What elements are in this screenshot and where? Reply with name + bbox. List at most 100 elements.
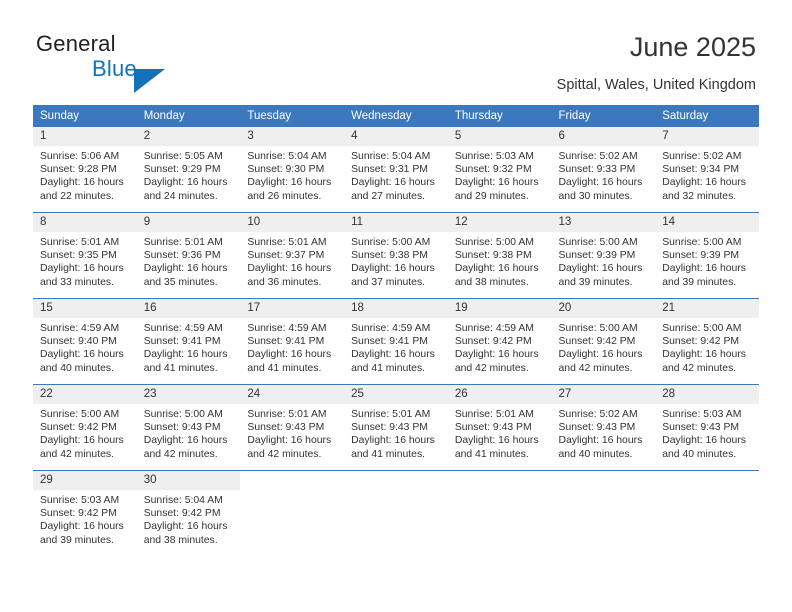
calendar-day-cell[interactable]: 16 Sunrise: 4:59 AM Sunset: 9:41 PM Dayligh… xyxy=(136,298,241,385)
calendar-day-cell[interactable]: 15 Sunrise: 4:59 AM Sunset: 9:40 PM Dayligh… xyxy=(33,298,137,385)
daylight-text-line1: Daylight: 16 hours xyxy=(247,263,332,275)
day-details: Sunrise: 5:00 AM Sunset: 9:39 PM Daylight:… xyxy=(655,232,759,289)
sunset-text: Sunset: 9:38 PM xyxy=(351,250,428,262)
calendar-day-cell[interactable]: 26 Sunrise: 5:01 AM Sunset: 9:43 PM Dayligh… xyxy=(447,384,552,471)
sunset-text: Sunset: 9:42 PM xyxy=(40,508,117,520)
calendar-day-cell[interactable]: 13 Sunrise: 5:00 AM Sunset: 9:39 PM Dayligh… xyxy=(551,212,656,299)
sunrise-text: Sunrise: 5:00 AM xyxy=(454,237,534,248)
day-cell-inner: 6 Sunrise: 5:02 AM Sunset: 9:33 PM Daylight… xyxy=(551,127,656,212)
calendar-day-cell[interactable]: 18 Sunrise: 4:59 AM Sunset: 9:41 PM Dayligh… xyxy=(344,298,448,385)
daylight-text-line2: and 24 minutes. xyxy=(143,190,218,202)
calendar-day-cell[interactable]: 2 Sunrise: 5:05 AM Sunset: 9:29 PM Daylight… xyxy=(136,127,241,213)
day-number: 11 xyxy=(344,213,448,232)
weekday-header-thursday: Thursday xyxy=(447,105,552,127)
page-title: June 2025 xyxy=(629,32,756,62)
day-number: 8 xyxy=(33,213,137,232)
calendar-day-cell[interactable]: 20 Sunrise: 5:00 AM Sunset: 9:42 PM Dayligh… xyxy=(551,298,656,385)
calendar-week-row: 15 Sunrise: 4:59 AM Sunset: 9:40 PM Dayligh… xyxy=(33,298,759,385)
daylight-text-line2: and 42 minutes. xyxy=(143,448,218,460)
calendar-day-cell[interactable]: 8 Sunrise: 5:01 AM Sunset: 9:35 PM Daylight… xyxy=(33,212,137,299)
calendar-day-cell[interactable]: 6 Sunrise: 5:02 AM Sunset: 9:33 PM Daylight… xyxy=(551,127,656,213)
day-number: 20 xyxy=(551,299,656,318)
day-cell-inner: 30 Sunrise: 5:04 AM Sunset: 9:42 PM Dayligh… xyxy=(136,471,241,556)
daylight-text-line1: Daylight: 16 hours xyxy=(40,349,124,361)
daylight-text-line1: Daylight: 16 hours xyxy=(454,349,539,361)
calendar-day-cell xyxy=(551,470,656,556)
calendar-day-cell[interactable]: 5 Sunrise: 5:03 AM Sunset: 9:32 PM Daylight… xyxy=(447,127,552,213)
calendar-day-cell[interactable]: 29 Sunrise: 5:03 AM Sunset: 9:42 PM Dayligh… xyxy=(33,470,137,556)
calendar-day-cell[interactable]: 25 Sunrise: 5:01 AM Sunset: 9:43 PM Dayligh… xyxy=(344,384,448,471)
sunset-text: Sunset: 9:43 PM xyxy=(143,422,221,434)
daylight-text-line2: and 38 minutes. xyxy=(454,276,529,288)
sunset-text: Sunset: 9:43 PM xyxy=(454,422,532,434)
daylight-text-line2: and 39 minutes. xyxy=(40,534,114,546)
calendar-day-cell[interactable]: 11 Sunrise: 5:00 AM Sunset: 9:38 PM Dayligh… xyxy=(344,212,448,299)
sunset-text: Sunset: 9:42 PM xyxy=(454,336,532,348)
calendar-day-cell[interactable]: 4 Sunrise: 5:04 AM Sunset: 9:31 PM Daylight… xyxy=(344,127,448,213)
sunset-text: Sunset: 9:43 PM xyxy=(351,422,428,434)
sunrise-text: Sunrise: 5:01 AM xyxy=(247,409,327,420)
day-cell-inner: 13 Sunrise: 5:00 AM Sunset: 9:39 PM Dayligh… xyxy=(551,213,656,298)
calendar-day-cell[interactable]: 30 Sunrise: 5:04 AM Sunset: 9:42 PM Dayligh… xyxy=(136,470,241,556)
calendar-day-cell[interactable]: 27 Sunrise: 5:02 AM Sunset: 9:43 PM Dayligh… xyxy=(551,384,656,471)
calendar-day-cell[interactable]: 17 Sunrise: 4:59 AM Sunset: 9:41 PM Dayligh… xyxy=(240,298,345,385)
day-cell-inner: 22 Sunrise: 5:00 AM Sunset: 9:42 PM Dayligh… xyxy=(33,385,137,470)
day-details: Sunrise: 4:59 AM Sunset: 9:41 PM Daylight:… xyxy=(240,318,344,375)
sunrise-text: Sunrise: 5:04 AM xyxy=(143,495,223,506)
sunrise-text: Sunrise: 5:03 AM xyxy=(454,151,534,162)
calendar-week-row: 1 Sunrise: 5:06 AM Sunset: 9:28 PM Daylight… xyxy=(33,127,759,213)
daylight-text-line1: Daylight: 16 hours xyxy=(662,349,746,361)
daylight-text-line2: and 40 minutes. xyxy=(40,362,114,374)
calendar-day-cell[interactable]: 12 Sunrise: 5:00 AM Sunset: 9:38 PM Dayligh… xyxy=(447,212,552,299)
daylight-text-line1: Daylight: 16 hours xyxy=(143,349,228,361)
calendar-day-cell[interactable]: 24 Sunrise: 5:01 AM Sunset: 9:43 PM Dayligh… xyxy=(240,384,345,471)
day-details: Sunrise: 5:00 AM Sunset: 9:42 PM Daylight:… xyxy=(655,318,759,375)
day-cell-inner: 12 Sunrise: 5:00 AM Sunset: 9:38 PM Dayligh… xyxy=(447,213,552,298)
day-details: Sunrise: 5:00 AM Sunset: 9:38 PM Daylight:… xyxy=(448,232,552,289)
brand-name-general: General xyxy=(36,31,116,56)
calendar-day-cell[interactable]: 3 Sunrise: 5:04 AM Sunset: 9:30 PM Daylight… xyxy=(240,127,345,213)
sunrise-text: Sunrise: 5:00 AM xyxy=(351,237,431,248)
day-details: Sunrise: 5:00 AM Sunset: 9:42 PM Daylight:… xyxy=(552,318,656,375)
day-details: Sunrise: 5:03 AM Sunset: 9:43 PM Daylight:… xyxy=(655,404,759,461)
calendar-day-cell[interactable]: 7 Sunrise: 5:02 AM Sunset: 9:34 PM Daylight… xyxy=(655,127,759,213)
day-number: 12 xyxy=(447,213,552,232)
calendar-day-cell[interactable]: 23 Sunrise: 5:00 AM Sunset: 9:43 PM Dayligh… xyxy=(136,384,241,471)
day-cell-inner: 10 Sunrise: 5:01 AM Sunset: 9:37 PM Dayligh… xyxy=(240,213,345,298)
day-cell-inner: 18 Sunrise: 4:59 AM Sunset: 9:41 PM Dayligh… xyxy=(344,299,448,384)
sunrise-text: Sunrise: 5:00 AM xyxy=(662,237,742,248)
day-number: 10 xyxy=(240,213,345,232)
sunset-text: Sunset: 9:34 PM xyxy=(662,164,740,176)
daylight-text-line2: and 29 minutes. xyxy=(454,190,529,202)
sunset-text: Sunset: 9:43 PM xyxy=(558,422,636,434)
calendar-day-cell[interactable]: 19 Sunrise: 4:59 AM Sunset: 9:42 PM Dayligh… xyxy=(447,298,552,385)
daylight-text-line1: Daylight: 16 hours xyxy=(351,349,435,361)
daylight-text-line1: Daylight: 16 hours xyxy=(143,521,228,533)
day-cell-inner: 27 Sunrise: 5:02 AM Sunset: 9:43 PM Dayligh… xyxy=(551,385,656,470)
daylight-text-line2: and 30 minutes. xyxy=(558,190,633,202)
daylight-text-line1: Daylight: 16 hours xyxy=(558,263,643,275)
calendar-day-cell[interactable]: 10 Sunrise: 5:01 AM Sunset: 9:37 PM Dayligh… xyxy=(240,212,345,299)
calendar-day-cell[interactable]: 28 Sunrise: 5:03 AM Sunset: 9:43 PM Dayligh… xyxy=(655,384,759,471)
sunrise-text: Sunrise: 5:00 AM xyxy=(558,237,638,248)
daylight-text-line1: Daylight: 16 hours xyxy=(40,521,124,533)
sunrise-text: Sunrise: 5:01 AM xyxy=(454,409,534,420)
calendar-week-row: 8 Sunrise: 5:01 AM Sunset: 9:35 PM Daylight… xyxy=(33,212,759,299)
sunrise-text: Sunrise: 5:02 AM xyxy=(558,151,638,162)
day-cell-inner xyxy=(552,471,656,556)
daylight-text-line1: Daylight: 16 hours xyxy=(662,177,746,189)
calendar-day-cell[interactable]: 9 Sunrise: 5:01 AM Sunset: 9:36 PM Daylight… xyxy=(136,212,241,299)
daylight-text-line1: Daylight: 16 hours xyxy=(247,435,332,447)
sunset-text: Sunset: 9:33 PM xyxy=(558,164,636,176)
day-details: Sunrise: 5:00 AM Sunset: 9:43 PM Daylight:… xyxy=(137,404,241,461)
weekday-header-tuesday: Tuesday xyxy=(240,105,345,127)
day-cell-inner: 8 Sunrise: 5:01 AM Sunset: 9:35 PM Daylight… xyxy=(33,213,137,298)
day-details: Sunrise: 5:00 AM Sunset: 9:42 PM Daylight:… xyxy=(33,404,137,461)
day-number: 27 xyxy=(551,385,656,404)
calendar-day-cell[interactable]: 1 Sunrise: 5:06 AM Sunset: 9:28 PM Daylight… xyxy=(33,127,137,213)
calendar-day-cell[interactable]: 14 Sunrise: 5:00 AM Sunset: 9:39 PM Dayligh… xyxy=(655,212,759,299)
calendar-day-cell[interactable]: 22 Sunrise: 5:00 AM Sunset: 9:42 PM Dayligh… xyxy=(33,384,137,471)
daylight-text-line1: Daylight: 16 hours xyxy=(662,263,746,275)
calendar-day-cell[interactable]: 21 Sunrise: 5:00 AM Sunset: 9:42 PM Dayligh… xyxy=(655,298,759,385)
sunset-text: Sunset: 9:36 PM xyxy=(143,250,221,262)
